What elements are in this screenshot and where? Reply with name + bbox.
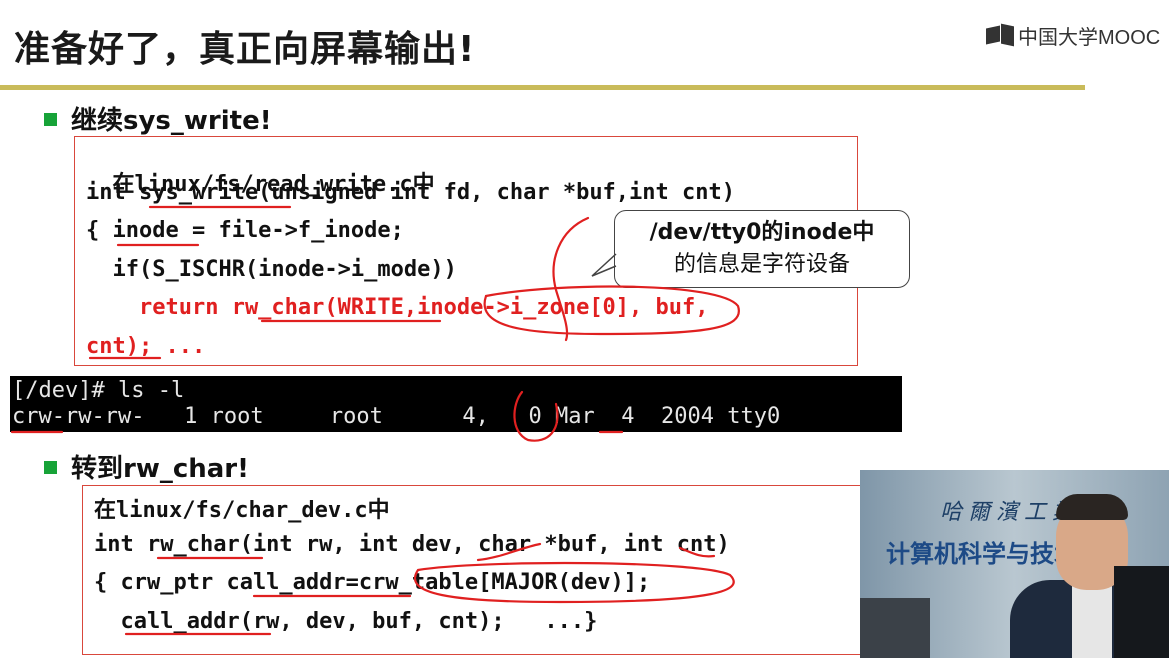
bullet-label: 转到rw_char! [71, 454, 249, 484]
bullet-label: 继续sys_write! [71, 106, 272, 136]
code-line: call_addr(rw, dev, buf, cnt); ...} [94, 609, 598, 634]
code-line: int rw_char(int rw, int dev, char *buf, … [94, 532, 730, 557]
terminal-line: [/dev]# ls -l [12, 378, 185, 403]
logo-text: 中国大学MOOC [1018, 26, 1161, 49]
code-line: int sys_write(unsigned int fd, char *buf… [86, 180, 736, 205]
code-line: return rw_char(WRITE,inode->i_zone[0], b… [86, 295, 709, 320]
callout-line1: /dev/tty0的inode中 [649, 220, 875, 245]
monitor-icon [860, 598, 930, 658]
callout-bubble: /dev/tty0的inode中 的信息是字符设备 [614, 210, 910, 288]
mooc-logo: 中国大学MOOC [986, 22, 1161, 49]
terminal-output: [/dev]# ls -l crw-rw-rw- 1 root root 4, … [10, 376, 902, 432]
code-line: { crw_ptr call_addr=crw_table[MAJOR(dev)… [94, 570, 651, 595]
code-line: cnt); ... [86, 334, 206, 359]
code-line: if(S_ISCHR(inode->i_mode)) [86, 257, 457, 282]
bullet-square-icon [44, 113, 57, 126]
terminal-line: crw-rw-rw- 1 root root 4, 0 Mar 4 2004 t… [12, 404, 781, 429]
bullet-square-icon [44, 461, 57, 474]
lecturer-hair [1056, 494, 1128, 520]
code-line: { inode = file->f_inode; [86, 218, 404, 243]
callout-line2: 的信息是字符设备 [673, 252, 850, 277]
monitor-icon [1114, 566, 1169, 658]
lecturer-shirt [1072, 582, 1112, 658]
title-divider [0, 85, 1085, 90]
book-icon [986, 24, 1014, 46]
slide-title: 准备好了，真正向屏幕输出! [14, 29, 476, 70]
code-file-path: 在linux/fs/char_dev.c中 [94, 498, 390, 523]
bullet-sys-write: 继续sys_write! [44, 100, 272, 137]
lecturer-video: 哈爾濱工業 计算机科学与技术学院 [860, 470, 1169, 658]
bullet-rw-char: 转到rw_char! [44, 448, 249, 485]
